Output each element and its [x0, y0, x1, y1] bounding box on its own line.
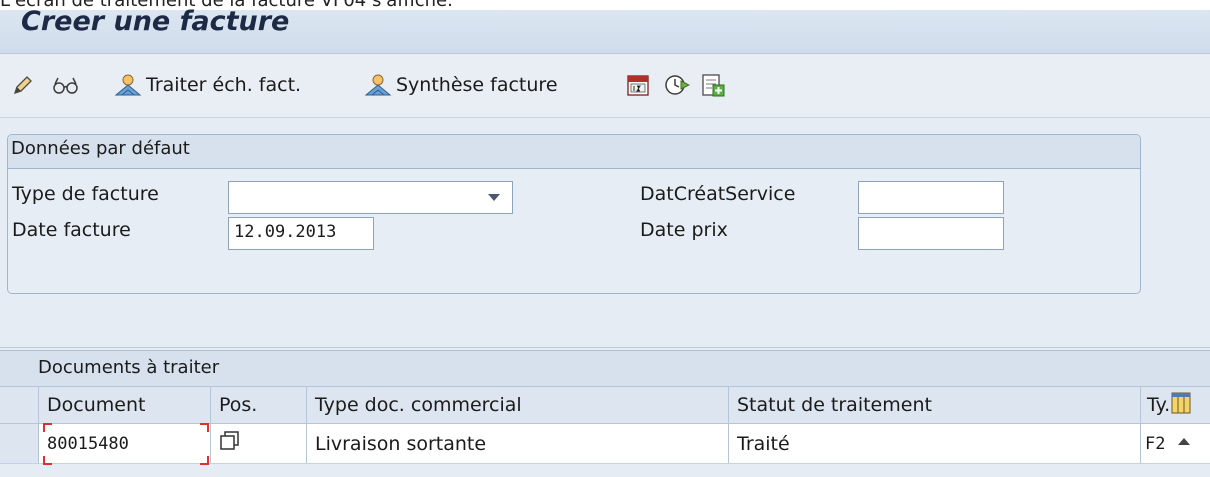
document-cell[interactable]: 80015480: [38, 423, 210, 465]
pencil-icon: [12, 74, 34, 96]
divider: [0, 347, 1210, 348]
schedule-button[interactable]: [664, 70, 690, 100]
title-bar: Creer une facture: [0, 6, 1210, 54]
copy-icon[interactable]: [219, 430, 241, 457]
page-title: Creer une facture: [21, 6, 290, 37]
process-billing-due-list-button[interactable]: Traiter éch. fact.: [114, 70, 301, 100]
table-settings-icon[interactable]: [1171, 392, 1191, 419]
focus-marker: [43, 456, 52, 465]
price-date-label: Date prix: [640, 219, 728, 241]
column-header-pos[interactable]: Pos.: [210, 387, 306, 423]
price-date-field[interactable]: [858, 217, 1004, 250]
service-date-label: DatCréatService: [640, 183, 796, 205]
processing-status-cell[interactable]: Traité: [728, 424, 1140, 463]
main-area: Données par défaut Type de facture Date …: [0, 118, 1210, 477]
edit-button[interactable]: [12, 70, 34, 100]
person-icon: [364, 73, 392, 97]
table-row[interactable]: 80015480 Livraison sortante Traité F2: [0, 423, 1210, 465]
calendar-icon: [626, 73, 650, 97]
default-data-group: Données par défaut Type de facture Date …: [7, 134, 1141, 294]
select-all-cell[interactable]: [0, 387, 38, 423]
invoice-type-label: Type de facture: [12, 183, 159, 205]
invoice-type-dropdown[interactable]: [228, 181, 513, 214]
invoice-date-label: Date facture: [12, 219, 131, 241]
glasses-icon: [52, 74, 80, 96]
column-header-ty-label: Ty.: [1147, 394, 1171, 416]
focus-marker: [200, 423, 209, 432]
person-icon: [114, 73, 142, 97]
service-date-field[interactable]: [858, 181, 1004, 214]
column-header-processing-status[interactable]: Statut de traitement: [728, 387, 1140, 423]
column-header-sales-doc-type[interactable]: Type doc. commercial: [306, 387, 728, 423]
column-header-ty[interactable]: Ty.: [1140, 387, 1210, 423]
documents-table-header: Document Pos. Type doc. commercial Statu…: [0, 386, 1210, 424]
row-selector[interactable]: [0, 424, 38, 463]
invoice-summary-button[interactable]: Synthèse facture: [364, 70, 558, 100]
new-document-button[interactable]: [700, 70, 726, 100]
document-value: 80015480: [47, 433, 129, 454]
process-billing-due-list-label: Traiter éch. fact.: [146, 74, 302, 96]
invoice-date-value: 12.09.2013: [234, 222, 337, 242]
ty-value: F2: [1145, 433, 1166, 454]
pos-cell[interactable]: [210, 424, 306, 463]
ty-cell[interactable]: F2: [1140, 424, 1210, 463]
invoice-summary-label: Synthèse facture: [396, 74, 558, 96]
column-header-document[interactable]: Document: [38, 387, 210, 423]
sales-doc-type-cell[interactable]: Livraison sortante: [306, 424, 728, 463]
display-button[interactable]: [52, 70, 80, 100]
clock-arrow-icon: [664, 73, 690, 97]
invoice-date-field[interactable]: 12.09.2013: [228, 217, 374, 250]
scroll-up-icon[interactable]: [1177, 434, 1191, 454]
document-add-icon: [700, 73, 726, 97]
documents-heading: Documents à traiter: [0, 350, 1210, 386]
default-data-heading: Données par défaut: [8, 135, 1140, 169]
focus-marker: [200, 456, 209, 465]
focus-marker: [43, 423, 52, 432]
application-toolbar: Traiter éch. fact. Synthèse facture: [0, 54, 1210, 118]
chevron-down-icon[interactable]: [488, 194, 500, 201]
calendar-button[interactable]: [626, 70, 650, 100]
